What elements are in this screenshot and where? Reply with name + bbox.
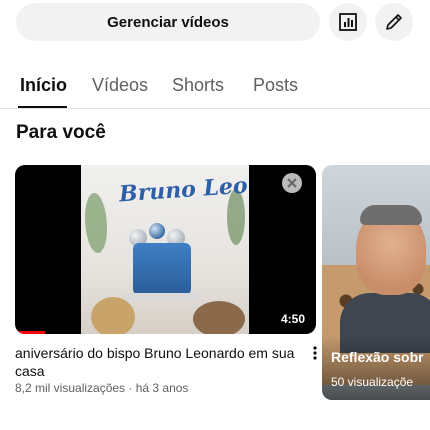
thumbnail-photo: Bruno Leo	[81, 165, 249, 334]
video-title: Reflexão sobr	[331, 349, 424, 365]
analytics-icon	[339, 13, 357, 31]
pencil-icon	[386, 14, 402, 30]
watermark-icon	[282, 173, 302, 193]
manage-videos-label: Gerenciar vídeos	[107, 13, 229, 31]
tabs-divider	[0, 108, 430, 109]
edit-channel-button[interactable]	[375, 3, 413, 41]
cake	[133, 243, 191, 295]
tab-posts[interactable]: Posts	[253, 68, 298, 108]
watch-progress-bar	[15, 331, 46, 334]
video-meta: 8,2 mil visualizações · há 3 anos	[15, 381, 189, 395]
tab-label: Shorts	[172, 75, 225, 95]
more-options-button[interactable]	[309, 344, 321, 362]
more-vertical-icon	[313, 346, 317, 360]
analytics-button[interactable]	[329, 3, 367, 41]
duration-badge: 4:50	[275, 310, 310, 328]
video-card-2[interactable]: Reflexão sobr 50 visualizaçõe	[322, 165, 430, 400]
tab-shorts[interactable]: Shorts	[172, 68, 224, 108]
tab-inicio[interactable]: Início	[20, 68, 67, 108]
video-meta: 50 visualizaçõe	[331, 375, 414, 389]
tab-videos[interactable]: Vídeos	[92, 68, 148, 108]
video-title[interactable]: aniversário do bispo Bruno Leonardo em s…	[15, 344, 300, 380]
channel-tabs: Início Vídeos Shorts Posts	[0, 68, 430, 108]
tab-label: Início	[20, 75, 68, 95]
manage-videos-button[interactable]: Gerenciar vídeos	[16, 3, 320, 41]
video-thumbnail[interactable]: Bruno Leo 4:50	[15, 165, 316, 334]
section-title: Para você	[16, 122, 106, 143]
tab-label: Posts	[253, 75, 299, 95]
tab-label: Vídeos	[92, 75, 149, 95]
